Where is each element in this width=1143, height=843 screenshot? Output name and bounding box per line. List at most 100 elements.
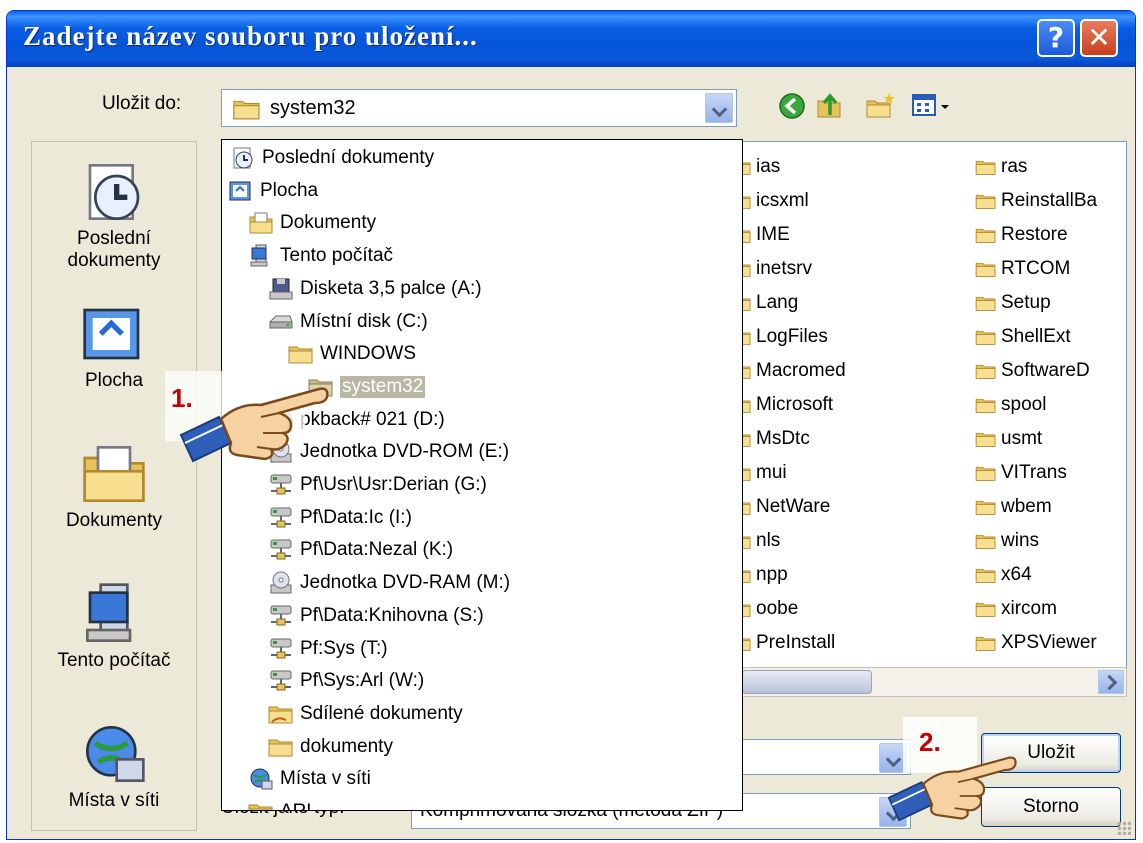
- pointing-hand-icon: [887, 743, 1017, 823]
- folder-icon: [974, 396, 998, 414]
- place-label: Tento počítač: [57, 650, 171, 671]
- up-folder-icon[interactable]: [815, 91, 845, 121]
- folder-item[interactable]: usmt: [974, 422, 1124, 456]
- dvd-drive-icon: [268, 571, 294, 595]
- folder-item[interactable]: Microsoft: [729, 388, 959, 422]
- folder-item[interactable]: VITrans: [974, 456, 1124, 490]
- place-my-computer[interactable]: Tento počítač: [32, 582, 196, 672]
- tree-item[interactable]: Plocha: [228, 175, 318, 207]
- folder-item[interactable]: Macromed: [729, 354, 959, 388]
- folder-icon: [974, 192, 998, 210]
- folder-item[interactable]: Setup: [974, 286, 1124, 320]
- views-menu-icon[interactable]: [911, 91, 955, 121]
- tree-item[interactable]: Pf\Data:Ic (I:): [268, 502, 412, 534]
- folder-name: mui: [756, 462, 787, 483]
- network-places-icon: [79, 722, 149, 786]
- tree-item[interactable]: ARL: [248, 796, 317, 810]
- tree-item[interactable]: Poslední dokumenty: [230, 142, 434, 174]
- tree-item[interactable]: Místní disk (C:): [268, 306, 428, 338]
- folder-name: Setup: [1001, 292, 1051, 313]
- save-in-combobox[interactable]: system32: [221, 89, 737, 127]
- tree-item[interactable]: Dokumenty: [248, 207, 376, 239]
- place-label: Plocha: [84, 370, 144, 391]
- place-label: Poslední dokumenty: [67, 228, 161, 271]
- tree-item[interactable]: Jednotka DVD-RAM (M:): [268, 567, 510, 599]
- tree-item[interactable]: Pf\Sys:Arl (W:): [268, 665, 424, 697]
- folder-item[interactable]: wbem: [974, 490, 1124, 524]
- tree-item[interactable]: Sdílené dokumenty: [268, 698, 463, 730]
- folder-item[interactable]: XPSViewer: [974, 626, 1124, 660]
- network-places-icon: [248, 767, 274, 791]
- folder-item[interactable]: ReinstallBa: [974, 184, 1124, 218]
- folder-item[interactable]: inetsrv: [729, 252, 959, 286]
- network-drive-icon: [268, 637, 294, 661]
- place-recent-documents[interactable]: Poslední dokumenty: [32, 160, 196, 272]
- folder-item[interactable]: ias: [729, 150, 959, 184]
- places-bar: Poslední dokumenty Plocha Dokumenty Tent…: [31, 141, 197, 831]
- tree-item-label: Pf\Data:Nezal (K:): [300, 539, 454, 561]
- tree-item-label: dokumenty: [300, 735, 393, 757]
- folder-name: NetWare: [756, 496, 831, 517]
- folder-name: icsxml: [756, 190, 809, 211]
- folder-item[interactable]: NetWare: [729, 490, 959, 524]
- my-computer-icon: [79, 582, 149, 646]
- help-button[interactable]: ?: [1037, 19, 1075, 57]
- back-icon[interactable]: [777, 91, 807, 121]
- folder-name: spool: [1001, 394, 1047, 415]
- tree-item[interactable]: Pf\Usr\Usr:Derian (G:): [268, 469, 487, 501]
- folder-item[interactable]: npp: [729, 558, 959, 592]
- tree-item[interactable]: Pf:Sys (T:): [268, 633, 388, 665]
- tree-item-label: Místa v síti: [280, 768, 371, 790]
- my-documents-icon: [79, 442, 149, 506]
- folder-item[interactable]: spool: [974, 388, 1124, 422]
- folder-item[interactable]: Restore: [974, 218, 1124, 252]
- place-network[interactable]: Místa v síti: [32, 722, 196, 812]
- folder-icon: [974, 226, 998, 244]
- folder-item[interactable]: SoftwareD: [974, 354, 1124, 388]
- tree-item[interactable]: Místa v síti: [248, 763, 371, 795]
- folder-name: wins: [1001, 530, 1040, 551]
- folder-item[interactable]: Lang: [729, 286, 959, 320]
- folder-item[interactable]: oobe: [729, 592, 959, 626]
- folder-item[interactable]: PreInstall: [729, 626, 959, 660]
- folder-item[interactable]: x64: [974, 558, 1124, 592]
- folder-item[interactable]: wins: [974, 524, 1124, 558]
- place-my-documents[interactable]: Dokumenty: [32, 442, 196, 532]
- folder-item[interactable]: icsxml: [729, 184, 959, 218]
- network-drive-icon: [268, 473, 294, 497]
- scroll-right-button[interactable]: [1098, 670, 1124, 694]
- dialog-title: Zadejte název souboru pro uložení...: [23, 21, 478, 51]
- folder-icon: [268, 735, 294, 759]
- folder-item[interactable]: LogFiles: [729, 320, 959, 354]
- close-button[interactable]: ✕: [1080, 19, 1118, 57]
- save-in-dropdown-button[interactable]: [705, 93, 733, 123]
- folder-item[interactable]: RTCOM: [974, 252, 1124, 286]
- tree-item[interactable]: dokumenty: [268, 731, 393, 763]
- new-folder-icon[interactable]: [865, 91, 895, 121]
- folder-item[interactable]: mui: [729, 456, 959, 490]
- tree-item[interactable]: WINDOWS: [288, 338, 416, 370]
- tree-item[interactable]: Disketa 3,5 palce (A:): [268, 273, 482, 305]
- tree-item-label: system32: [340, 375, 426, 398]
- resize-grip[interactable]: [1117, 821, 1131, 835]
- save-in-value: system32: [270, 97, 356, 119]
- tree-item-label: Jednotka DVD-RAM (M:): [300, 572, 511, 594]
- folder-name: Restore: [1001, 224, 1068, 245]
- folder-name: RTCOM: [1001, 258, 1071, 279]
- folder-item[interactable]: ShellExt: [974, 320, 1124, 354]
- tree-item[interactable]: Pf\Data:Knihovna (S:): [268, 600, 484, 632]
- save-dialog-window: Zadejte název souboru pro uložení... ? ✕…: [6, 10, 1136, 840]
- title-bar[interactable]: Zadejte název souboru pro uložení... ? ✕: [7, 11, 1135, 67]
- folder-item[interactable]: nls: [729, 524, 959, 558]
- save-in-dropdown-list[interactable]: Poslední dokumenty Plocha Dokumenty Tento p…: [221, 139, 743, 811]
- folder-name: wbem: [1001, 496, 1052, 517]
- folder-item[interactable]: IME: [729, 218, 959, 252]
- tree-item[interactable]: Tento počítač: [248, 240, 393, 272]
- folder-item[interactable]: MsDtc: [729, 422, 959, 456]
- scrollbar-thumb[interactable]: [742, 670, 872, 694]
- folder-name: MsDtc: [756, 428, 810, 449]
- tree-item[interactable]: Pf\Data:Nezal (K:): [268, 534, 453, 566]
- folder-item[interactable]: xircom: [974, 592, 1124, 626]
- folder-item[interactable]: ras: [974, 150, 1124, 184]
- place-label: Místa v síti: [68, 790, 160, 811]
